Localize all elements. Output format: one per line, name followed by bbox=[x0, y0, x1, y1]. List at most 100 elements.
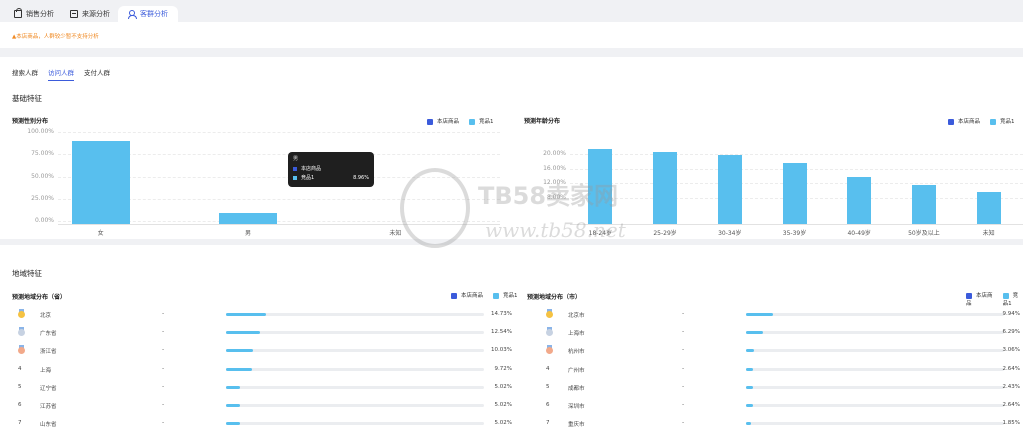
progress-fill bbox=[746, 313, 773, 316]
progress-fill bbox=[226, 331, 261, 335]
rank-number: 7 bbox=[18, 420, 22, 427]
legend-competitor[interactable]: 竞品1 bbox=[990, 117, 1015, 125]
users-icon bbox=[128, 10, 137, 19]
percent-value: 12.54% bbox=[491, 329, 512, 336]
notice-bar: ▲本店商品，人群较少暂不支持分析 bbox=[0, 22, 1023, 48]
y-tick-label: 100.00% bbox=[27, 128, 54, 135]
own-value: - bbox=[162, 328, 165, 336]
legend-own-swatch bbox=[966, 292, 972, 299]
own-value: - bbox=[162, 401, 165, 408]
tooltip-header: 男 bbox=[293, 156, 299, 162]
tab-sales-analysis[interactable]: 销售分析 bbox=[4, 6, 64, 22]
progress-fill bbox=[226, 385, 240, 389]
progress-fill bbox=[746, 385, 753, 389]
legend-own[interactable]: 本店商品 bbox=[427, 117, 459, 125]
legend-own[interactable]: 本店商品 bbox=[451, 291, 483, 299]
rank-number: 4 bbox=[18, 365, 22, 372]
subtab-visit-audience[interactable]: 访问人群 bbox=[48, 67, 74, 81]
progress-fill bbox=[226, 367, 253, 371]
legend-own[interactable]: 本店商品 bbox=[948, 117, 980, 125]
progress-fill bbox=[226, 422, 240, 426]
city-title: 预测地域分布（市） bbox=[527, 294, 582, 301]
legend-own[interactable]: 本店商品 bbox=[966, 291, 993, 307]
progress-fill bbox=[226, 404, 240, 407]
own-value: - bbox=[682, 346, 685, 354]
progress-fill bbox=[746, 422, 752, 426]
y-tick-label: 16.00% bbox=[543, 164, 566, 172]
main-panel: 搜索人群 访问人群 支付人群 基础特征 预测性别分布 本店商品 竞品1 100.… bbox=[0, 57, 1023, 431]
bar-competitor[interactable] bbox=[71, 141, 130, 224]
rank-number: 6 bbox=[18, 402, 22, 408]
region-name: 江苏省 bbox=[40, 404, 57, 410]
bar-competitor[interactable] bbox=[717, 155, 742, 224]
x-tick-label: 30-34岁 bbox=[718, 230, 742, 237]
bag-icon bbox=[14, 8, 22, 18]
progress-fill bbox=[746, 331, 764, 335]
x-tick-label: 18-24岁 bbox=[588, 230, 613, 237]
percent-value: 14.73% bbox=[491, 311, 512, 317]
legend-competitor[interactable]: 竞品1 bbox=[469, 117, 494, 125]
y-tick-label: 50.00% bbox=[31, 172, 54, 180]
bar-competitor[interactable] bbox=[976, 191, 1001, 224]
bar-competitor[interactable] bbox=[847, 177, 872, 224]
legend-competitor[interactable]: 竞品1 bbox=[1002, 291, 1023, 307]
age-chart-legend: 本店商品 竞品1 bbox=[948, 117, 1015, 125]
percent-value: 9.94% bbox=[1002, 311, 1020, 317]
percent-value: 5.02% bbox=[494, 402, 512, 408]
legend-competitor-swatch bbox=[493, 292, 500, 299]
percent-value: 2.43% bbox=[1002, 383, 1020, 390]
progress-track bbox=[226, 422, 484, 426]
percent-value: 2.64% bbox=[1002, 402, 1020, 408]
percent-value: 6.29% bbox=[1002, 329, 1020, 336]
percent-value: 3.06% bbox=[1002, 347, 1020, 354]
progress-fill bbox=[746, 349, 755, 353]
legend-competitor-label: 竞品1 bbox=[1000, 119, 1015, 125]
progress-fill bbox=[746, 367, 754, 371]
rank-medal-icon bbox=[546, 345, 553, 355]
own-value: - bbox=[682, 382, 685, 390]
progress-track bbox=[746, 313, 1004, 316]
legend-competitor[interactable]: 竞品1 bbox=[493, 291, 518, 299]
rank-number: 4 bbox=[546, 365, 550, 372]
progress-track bbox=[226, 313, 484, 316]
own-value: - bbox=[682, 364, 685, 372]
y-tick-label: 12.00% bbox=[543, 179, 566, 187]
tab-source-analysis[interactable]: 来源分析 bbox=[60, 6, 120, 22]
percent-value: 5.02% bbox=[494, 420, 512, 427]
bar-competitor[interactable] bbox=[653, 151, 678, 224]
legend-competitor-swatch bbox=[1002, 292, 1009, 299]
x-tick-label: 40-49岁 bbox=[847, 230, 871, 237]
top-tab-bar: 销售分析 来源分析 客群分析 bbox=[0, 0, 1023, 22]
tooltip-comp-value: 8.96% bbox=[353, 174, 369, 181]
progress-track bbox=[746, 404, 1004, 407]
legend-own-swatch bbox=[451, 292, 457, 299]
tab-customer-analysis[interactable]: 客群分析 bbox=[118, 6, 178, 22]
rank-medal-icon bbox=[546, 327, 553, 337]
progress-fill bbox=[226, 349, 254, 353]
bar-competitor[interactable] bbox=[782, 162, 807, 224]
region-name: 辽宁省 bbox=[40, 385, 57, 392]
own-value: - bbox=[162, 346, 165, 354]
region-name: 北京市 bbox=[568, 313, 585, 319]
legend-own-swatch bbox=[427, 118, 433, 125]
bar-competitor[interactable] bbox=[588, 148, 613, 224]
subtab-pay-audience[interactable]: 支付人群 bbox=[84, 67, 110, 81]
own-value: - bbox=[162, 364, 165, 372]
y-tick-label: 0.00% bbox=[34, 217, 54, 224]
rank-number: 5 bbox=[546, 383, 550, 390]
tab-label: 销售分析 bbox=[26, 10, 54, 18]
region-name: 北京 bbox=[40, 313, 52, 319]
subtab-search-audience[interactable]: 搜索人群 bbox=[12, 67, 38, 81]
x-axis-line bbox=[570, 224, 1023, 225]
x-tick-label: 50岁及以上 bbox=[908, 230, 940, 237]
progress-track bbox=[746, 349, 1004, 353]
legend-own-label: 本店商品 bbox=[461, 293, 484, 299]
bar-competitor[interactable] bbox=[219, 213, 277, 224]
own-value: - bbox=[682, 401, 685, 408]
grid-line bbox=[58, 132, 500, 133]
legend-own-label: 本店商品 bbox=[958, 119, 981, 125]
progress-track bbox=[746, 385, 1004, 389]
rank-medal-icon bbox=[546, 309, 553, 318]
progress-track bbox=[226, 404, 484, 407]
bar-competitor[interactable] bbox=[911, 184, 936, 224]
